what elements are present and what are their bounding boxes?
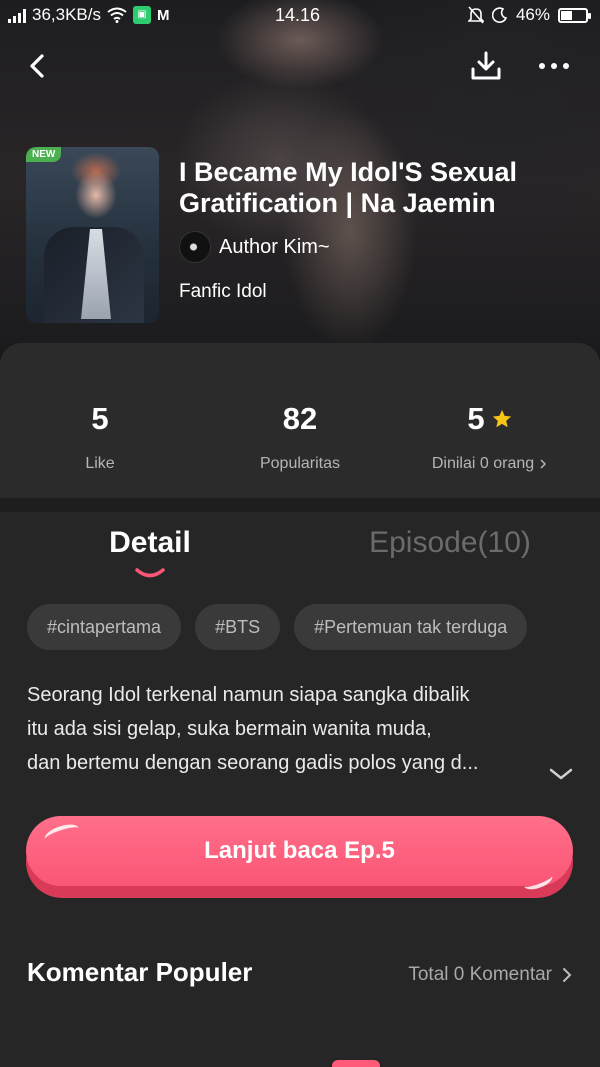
synopsis-line: itu ada sisi gelap, suka bermain wanita … <box>27 718 432 740</box>
synopsis: Seorang Idol terkenal namun siapa sangka… <box>27 678 557 780</box>
battery-percent: 46% <box>515 5 550 24</box>
popularity-value: 82 <box>282 401 318 436</box>
more-dots-icon[interactable] <box>534 48 574 84</box>
stats-row: 5 Like 82 Popularitas 5 Dinilai 0 orang <box>0 343 600 498</box>
likes-label: Like <box>85 455 115 472</box>
tag-chip[interactable]: #cintapertama <box>27 604 182 650</box>
tag-chip[interactable]: #BTS <box>195 604 281 650</box>
chevron-right-icon <box>540 459 547 469</box>
rating-label: Dinilai 0 orang <box>431 455 535 472</box>
story-cover-image <box>26 147 159 323</box>
tag-list: #cintapertama #BTS #Pertemuan tak terdug… <box>27 604 528 650</box>
mute-bell-icon <box>467 6 484 24</box>
tabs: Detail Episode(10) <box>0 512 600 592</box>
tag-chip[interactable]: #Pertemuan tak terduga <box>294 604 528 650</box>
bottom-peek-element <box>332 1060 380 1067</box>
popularity-label: Popularitas <box>259 455 341 472</box>
author-row[interactable]: Author Kim~ <box>179 231 330 263</box>
rating-label-row: Dinilai 0 orang <box>390 455 590 473</box>
download-icon[interactable] <box>468 48 504 84</box>
synopsis-line: Seorang Idol terkenal namun siapa sangka… <box>27 684 470 706</box>
status-right: 46% <box>467 5 591 25</box>
status-left: 36,3KB/s ▣ M <box>8 5 170 25</box>
stat-likes: 5 Like <box>0 401 200 473</box>
stat-rating[interactable]: 5 Dinilai 0 orang <box>390 401 590 473</box>
story-genre[interactable]: Fanfic Idol <box>179 281 267 303</box>
comments-title: Komentar Populer <box>27 957 253 987</box>
signal-icon <box>8 7 26 23</box>
gmail-icon: M <box>157 6 170 24</box>
network-speed: 36,3KB/s <box>32 5 101 24</box>
continue-reading-button[interactable]: Lanjut baca Ep.5 <box>26 816 573 898</box>
cta-face: Lanjut baca Ep.5 <box>26 816 573 886</box>
battery-icon <box>558 7 591 23</box>
story-title: I Became My Idol'S Sexual Gratification … <box>179 157 518 218</box>
status-bar: 36,3KB/s ▣ M 14.16 46% <box>0 0 600 32</box>
tab-detail[interactable]: Detail <box>100 526 200 560</box>
chevron-down-icon[interactable] <box>548 765 574 783</box>
wifi-icon <box>107 7 127 23</box>
battery-fill <box>561 10 572 20</box>
chevron-right-icon <box>563 968 572 982</box>
back-chevron-icon[interactable] <box>22 50 54 82</box>
rating-value-row: 5 <box>390 401 590 437</box>
comments-total: Total 0 Komentar <box>408 964 552 985</box>
likes-value: 5 <box>91 401 109 436</box>
top-nav <box>0 44 600 92</box>
tab-episode[interactable]: Episode(10) <box>340 526 560 560</box>
star-icon <box>492 409 511 428</box>
comments-total-link[interactable]: Total 0 Komentar <box>408 964 572 986</box>
section-divider <box>0 498 600 512</box>
stat-popularity: 82 Popularitas <box>200 401 400 473</box>
tab-active-indicator <box>135 568 165 578</box>
author-avatar <box>179 231 211 263</box>
cta-label: Lanjut baca Ep.5 <box>204 837 395 864</box>
author-name: Author Kim~ <box>219 235 330 258</box>
moon-icon <box>491 7 508 23</box>
detail-panel: 5 Like 82 Popularitas 5 Dinilai 0 orang … <box>0 343 600 1067</box>
new-badge: NEW <box>26 147 62 162</box>
status-time: 14.16 <box>275 5 321 25</box>
app-notification-icon: ▣ <box>133 6 151 24</box>
rating-value: 5 <box>467 401 485 436</box>
synopsis-line: dan bertemu dengan seorang gadis polos y… <box>27 752 479 774</box>
